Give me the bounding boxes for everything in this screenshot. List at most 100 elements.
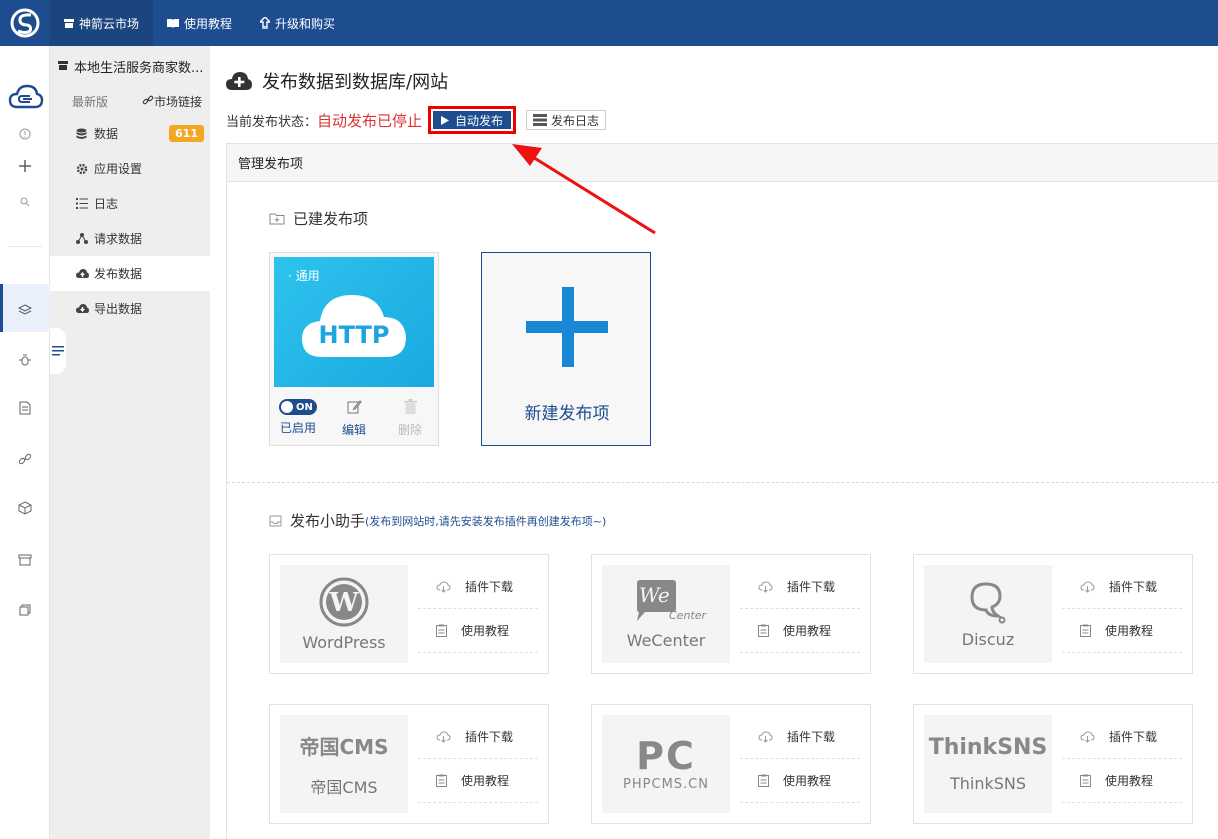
plugin-discuz: Discuz 插件下载 使用教程	[913, 554, 1193, 674]
link-icon[interactable]	[0, 447, 50, 471]
subnav-item-publish[interactable]: 发布数据	[50, 256, 210, 291]
clipboard-icon	[758, 624, 769, 637]
icon-rail	[0, 46, 50, 839]
plugin-tutorial-link[interactable]: 使用教程	[1062, 759, 1182, 803]
created-section-title: 已建发布项	[269, 208, 368, 229]
auto-publish-button[interactable]: 自动发布	[433, 111, 512, 129]
data-count-badge: 611	[169, 125, 204, 142]
cloud-download-icon	[758, 580, 773, 593]
share-icon	[76, 233, 90, 244]
plugin-download-link[interactable]: 插件下载	[740, 715, 860, 759]
manage-publish-panel: 管理发布项 已建发布项 · 通用 HTTP ON 已启用 编辑 删除 新建发布项…	[226, 143, 1218, 839]
plugin-empirecms: 帝国CMS 帝国CMS 插件下载 使用教程	[269, 704, 549, 824]
topnav-tutorial[interactable]: 使用教程	[153, 0, 246, 46]
wecenter-icon: We Center	[631, 579, 706, 625]
gear-icon	[76, 163, 90, 175]
document-icon[interactable]	[0, 396, 50, 420]
http-logo-image: · 通用 HTTP	[274, 257, 434, 387]
subnav-item-log[interactable]: 日志	[50, 186, 210, 221]
sidebar-collapse-toggle[interactable]	[50, 328, 66, 374]
market-link[interactable]: 市场链接	[142, 93, 202, 110]
copy-icon[interactable]	[0, 598, 50, 622]
topnav-market[interactable]: 神箭云市场	[50, 0, 154, 46]
shop-icon[interactable]	[0, 548, 50, 572]
discuz-logo: Discuz	[924, 565, 1052, 663]
cloud-download-icon	[76, 303, 90, 314]
plugin-download-link[interactable]: 插件下载	[418, 565, 538, 609]
plugin-download-link[interactable]: 插件下载	[740, 565, 860, 609]
publish-log-button[interactable]: 发布日志	[526, 110, 607, 130]
list-icon	[76, 198, 90, 209]
link-icon	[142, 94, 154, 109]
thinksns-logo: ThinkSNS ThinkSNS	[924, 715, 1052, 813]
app-logo[interactable]	[0, 0, 50, 46]
clipboard-icon	[1080, 624, 1091, 637]
panel-header: 管理发布项	[227, 144, 1218, 182]
sub-sidebar: 本地生活服务商家数... 最新版 市场链接 数据 611 应用设置 日志 请求数…	[50, 46, 210, 839]
phpcms-logo: PC PHPCMS.CN	[602, 715, 730, 813]
folder-plus-icon	[269, 212, 285, 225]
plugin-download-link[interactable]: 插件下载	[418, 715, 538, 759]
store-icon	[64, 18, 74, 28]
helper-section-title: 发布小助手 (发布到网站时,请先安装发布插件再创建发布项~)	[269, 510, 606, 531]
highlight-box: 自动发布	[428, 106, 517, 134]
plugin-tutorial-link[interactable]: 使用教程	[1062, 609, 1182, 653]
app-title: 本地生活服务商家数...	[50, 46, 210, 86]
card-actions: ON 已启用 编辑 删除	[270, 399, 440, 438]
clipboard-icon	[436, 774, 447, 787]
search-icon[interactable]	[0, 190, 50, 214]
cloud-download-icon	[758, 730, 773, 743]
top-bar: 神箭云市场 使用教程 升级和购买	[0, 0, 1218, 46]
layers-icon[interactable]	[0, 298, 50, 322]
logo-icon	[10, 8, 40, 38]
plugin-wecenter: We Center WeCenter 插件下载 使用教程	[591, 554, 871, 674]
wordpress-logo: W WordPress	[280, 565, 408, 663]
shop-icon	[58, 59, 68, 74]
edit-icon	[347, 399, 362, 417]
plugin-tutorial-link[interactable]: 使用教程	[740, 609, 860, 653]
delete-button[interactable]: 删除	[382, 399, 438, 438]
cloud-link-icon[interactable]	[8, 84, 44, 114]
subnav-item-export[interactable]: 导出数据	[50, 291, 210, 326]
subnav-item-data[interactable]: 数据 611	[50, 116, 210, 151]
list-icon	[533, 114, 548, 126]
svg-text:W: W	[328, 588, 359, 618]
bug-icon[interactable]	[0, 348, 50, 372]
plugin-tutorial-link[interactable]: 使用教程	[740, 759, 860, 803]
subnav-item-settings[interactable]: 应用设置	[50, 151, 210, 186]
play-icon	[441, 115, 450, 125]
cloud-download-icon	[1080, 580, 1095, 593]
section-divider	[227, 482, 1218, 483]
main-content: 发布数据到数据库/网站 当前发布状态： 自动发布已停止 自动发布 发布日志 管理…	[210, 46, 1218, 839]
clipboard-icon	[758, 774, 769, 787]
toggle-switch[interactable]: ON	[279, 399, 317, 415]
cloud-plus-icon	[226, 71, 252, 91]
publish-item-card[interactable]: · 通用 HTTP ON 已启用 编辑 删除	[269, 252, 439, 446]
plugin-thinksns: ThinkSNS ThinkSNS 插件下载 使用教程	[913, 704, 1193, 824]
menu-icon	[52, 346, 64, 356]
plugin-download-link[interactable]: 插件下载	[1062, 565, 1182, 609]
info-icon[interactable]	[0, 122, 50, 146]
cube-icon[interactable]	[0, 496, 50, 520]
edit-button[interactable]: 编辑	[326, 399, 382, 438]
plugin-tutorial-link[interactable]: 使用教程	[418, 759, 538, 803]
clipboard-icon	[436, 624, 447, 637]
plus-icon[interactable]	[0, 154, 50, 178]
top-nav: 神箭云市场 使用教程 升级和购买	[50, 0, 349, 46]
cloud-upload-icon	[76, 268, 90, 279]
publish-status-value: 自动发布已停止	[317, 111, 423, 130]
cloud-download-icon	[436, 730, 451, 743]
empirecms-logo: 帝国CMS 帝国CMS	[280, 715, 408, 813]
book-icon	[167, 18, 180, 28]
inbox-icon	[269, 515, 282, 527]
enable-toggle[interactable]: ON 已启用	[270, 399, 326, 438]
plugin-download-link[interactable]: 插件下载	[1062, 715, 1182, 759]
cloud-download-icon	[1080, 730, 1095, 743]
trash-icon	[403, 399, 417, 417]
rail-divider	[8, 246, 42, 247]
new-publish-item-card[interactable]: 新建发布项	[481, 252, 651, 446]
plugin-wordpress: W WordPress 插件下载 使用教程	[269, 554, 549, 674]
subnav-item-request[interactable]: 请求数据	[50, 221, 210, 256]
plugin-tutorial-link[interactable]: 使用教程	[418, 609, 538, 653]
topnav-upgrade[interactable]: 升级和购买	[246, 0, 349, 46]
